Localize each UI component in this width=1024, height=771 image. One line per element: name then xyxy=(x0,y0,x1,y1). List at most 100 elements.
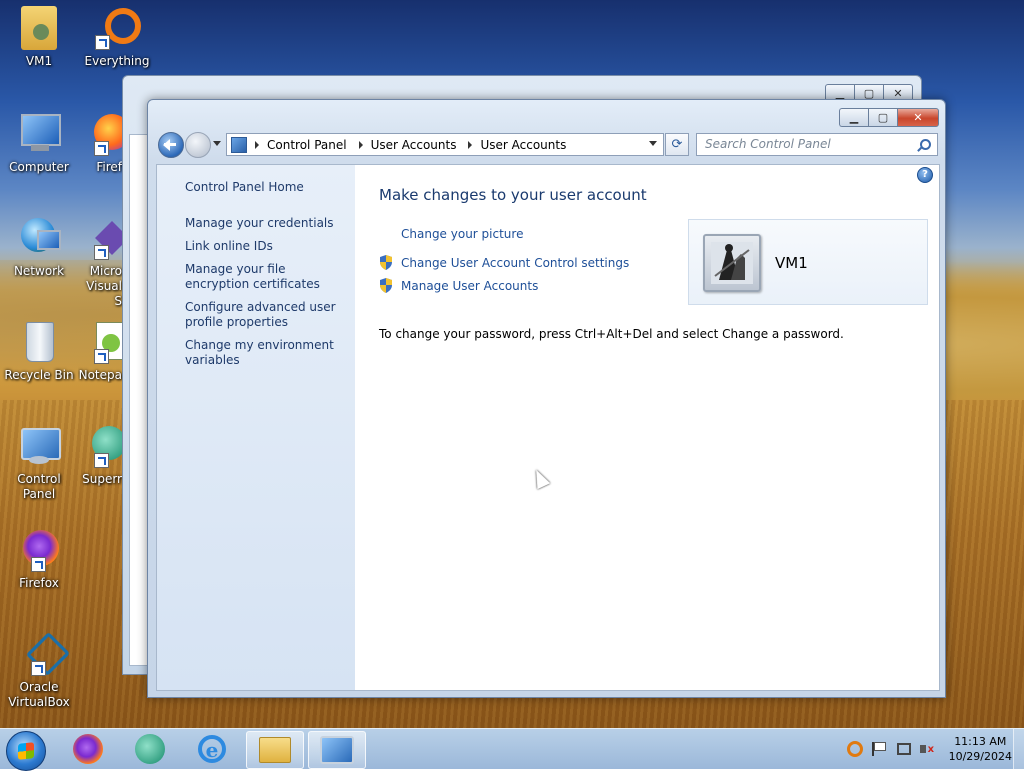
environment-variables-link[interactable]: Change my environment variables xyxy=(185,338,350,368)
taskbar-internet-explorer[interactable]: e xyxy=(184,731,240,767)
volume-muted-icon[interactable]: x xyxy=(919,742,934,756)
navigation-bar: Control Panel User Accounts User Account… xyxy=(156,131,938,158)
desktop-icon-label: Oracle VirtualBox xyxy=(8,680,70,709)
desktop-icon-firefox-partial[interactable]: Firef xyxy=(78,112,122,175)
breadcrumb-separator-icon[interactable] xyxy=(255,140,259,149)
desktop-icon-control-panel[interactable]: Control Panel xyxy=(0,424,78,502)
main-panel: ? Make changes to your user account Chan… xyxy=(355,165,939,690)
everything-tray-icon[interactable] xyxy=(846,741,863,757)
link-online-ids-link[interactable]: Link online IDs xyxy=(185,239,350,254)
forward-arrow-icon[interactable] xyxy=(185,132,211,158)
desktop-icon-notepad-partial[interactable]: Notepa xyxy=(78,320,122,383)
shortcut-arrow-icon xyxy=(94,453,109,468)
breadcrumb-separator-icon[interactable] xyxy=(358,140,363,149)
control-panel-icon xyxy=(17,424,61,468)
user-accounts-window[interactable]: ▁ ▢ ✕ Control Panel User Accounts User A… xyxy=(147,99,946,698)
help-icon[interactable]: ? xyxy=(917,167,933,183)
shortcut-arrow-icon xyxy=(94,245,109,260)
breadcrumb-user-accounts[interactable]: User Accounts xyxy=(371,138,457,152)
breadcrumb-user-accounts-current[interactable]: User Accounts xyxy=(480,138,566,152)
desktop-icon-label: VM1 xyxy=(25,54,53,68)
minimize-button[interactable]: ▁ xyxy=(839,108,868,127)
desktop-icon-label: Computer xyxy=(9,160,69,174)
control-panel-home-link[interactable]: Control Panel Home xyxy=(185,180,350,195)
uac-shield-icon xyxy=(380,255,392,270)
page-title: Make changes to your user account xyxy=(379,186,647,204)
desktop-icon-virtualbox[interactable]: Oracle VirtualBox xyxy=(0,631,78,710)
desktop-icon-everything[interactable]: Everything xyxy=(78,6,156,69)
address-dropdown-icon[interactable] xyxy=(649,141,657,146)
desktop-icon-vm1[interactable]: VM1 xyxy=(0,6,78,69)
close-button[interactable]: ✕ xyxy=(897,108,939,127)
advanced-profile-properties-link[interactable]: Configure advanced user profile properti… xyxy=(185,300,350,330)
control-panel-icon xyxy=(320,736,354,764)
user-folder-icon xyxy=(21,6,57,50)
desktop-icon-label: Micro Visual S xyxy=(86,264,122,308)
recent-pages-dropdown-icon[interactable] xyxy=(213,141,221,146)
search-placeholder: Search Control Panel xyxy=(705,137,831,151)
taskbar-app-orb[interactable] xyxy=(122,731,178,767)
breadcrumb-separator-icon[interactable] xyxy=(468,140,473,149)
user-account-card: VM1 xyxy=(688,219,928,305)
start-button[interactable] xyxy=(6,731,46,771)
manage-credentials-link[interactable]: Manage your credentials xyxy=(185,216,350,231)
manage-user-accounts-link[interactable]: Manage User Accounts xyxy=(401,279,538,293)
desktop-icon-firefox[interactable]: Firefox xyxy=(0,528,78,591)
desktop-icon-supernova-partial[interactable]: Superr xyxy=(78,424,122,487)
back-arrow-icon[interactable] xyxy=(158,132,184,158)
taskbar-file-explorer[interactable] xyxy=(246,731,304,769)
app-orb-icon xyxy=(78,424,122,468)
chess-pieces-icon xyxy=(711,242,753,284)
address-bar[interactable]: Control Panel User Accounts User Account… xyxy=(226,133,664,156)
search-icon[interactable] xyxy=(920,139,931,150)
app-orb-icon xyxy=(135,734,165,764)
file-encryption-certificates-link[interactable]: Manage your file encryption certificates xyxy=(185,262,350,292)
taskbar-control-panel[interactable] xyxy=(308,731,366,769)
internet-explorer-icon: e xyxy=(198,735,226,763)
firefox-icon xyxy=(17,528,61,572)
desktop-icon-label: Everything xyxy=(84,54,150,68)
shortcut-arrow-icon xyxy=(94,141,109,156)
taskbar: e x 11:13 AM 10/29/2024 xyxy=(0,728,1024,771)
network-globe-icon xyxy=(17,216,61,260)
network-tray-icon[interactable] xyxy=(896,743,911,755)
desktop-icon-label: Recycle Bin xyxy=(4,368,74,382)
refresh-icon[interactable]: ⟳ xyxy=(665,133,689,156)
desktop-icon-computer[interactable]: Computer xyxy=(0,112,78,175)
action-center-flag-icon[interactable] xyxy=(871,742,888,756)
breadcrumb-control-panel[interactable]: Control Panel xyxy=(267,138,347,152)
desktop-icon-label: Notepa xyxy=(78,368,122,382)
shortcut-arrow-icon xyxy=(31,557,46,572)
password-instruction-text: To change your password, press Ctrl+Alt+… xyxy=(379,327,844,341)
clock[interactable]: 11:13 AM 10/29/2024 xyxy=(949,734,1012,764)
firefox-icon xyxy=(78,112,122,156)
visual-studio-icon xyxy=(78,216,122,260)
change-uac-settings-link[interactable]: Change User Account Control settings xyxy=(401,256,629,270)
virtualbox-icon xyxy=(17,631,71,677)
search-input[interactable]: Search Control Panel xyxy=(696,133,938,156)
shortcut-arrow-icon xyxy=(31,661,46,676)
desktop-icon-visual-studio-partial[interactable]: Micro Visual S xyxy=(78,216,122,309)
control-panel-icon xyxy=(231,136,247,153)
desktop: VM1 Everything Computer Firef Network Mi… xyxy=(0,0,1024,728)
system-tray: x 11:13 AM 10/29/2024 xyxy=(846,733,1012,765)
firefox-icon xyxy=(73,734,103,764)
show-desktop-button[interactable] xyxy=(1013,729,1024,769)
clock-date: 10/29/2024 xyxy=(948,750,1012,763)
desktop-icon-label: Firefox xyxy=(19,576,59,590)
desktop-icon-label: Superr xyxy=(82,472,122,486)
desktop-icon-recycle-bin[interactable]: Recycle Bin xyxy=(0,320,78,383)
change-picture-link[interactable]: Change your picture xyxy=(401,227,523,241)
maximize-button[interactable]: ▢ xyxy=(868,108,897,127)
clock-time: 11:13 AM xyxy=(954,735,1007,748)
computer-icon xyxy=(17,112,61,156)
user-avatar[interactable] xyxy=(703,234,761,292)
taskbar-firefox[interactable] xyxy=(60,731,116,767)
notepad-plus-icon xyxy=(78,320,122,364)
desktop-icon-label: Control Panel xyxy=(17,472,61,501)
folder-icon xyxy=(259,737,291,763)
uac-shield-icon xyxy=(380,278,392,293)
desktop-icon-network[interactable]: Network xyxy=(0,216,78,279)
shortcut-arrow-icon xyxy=(95,35,110,50)
everything-search-icon xyxy=(95,6,141,50)
